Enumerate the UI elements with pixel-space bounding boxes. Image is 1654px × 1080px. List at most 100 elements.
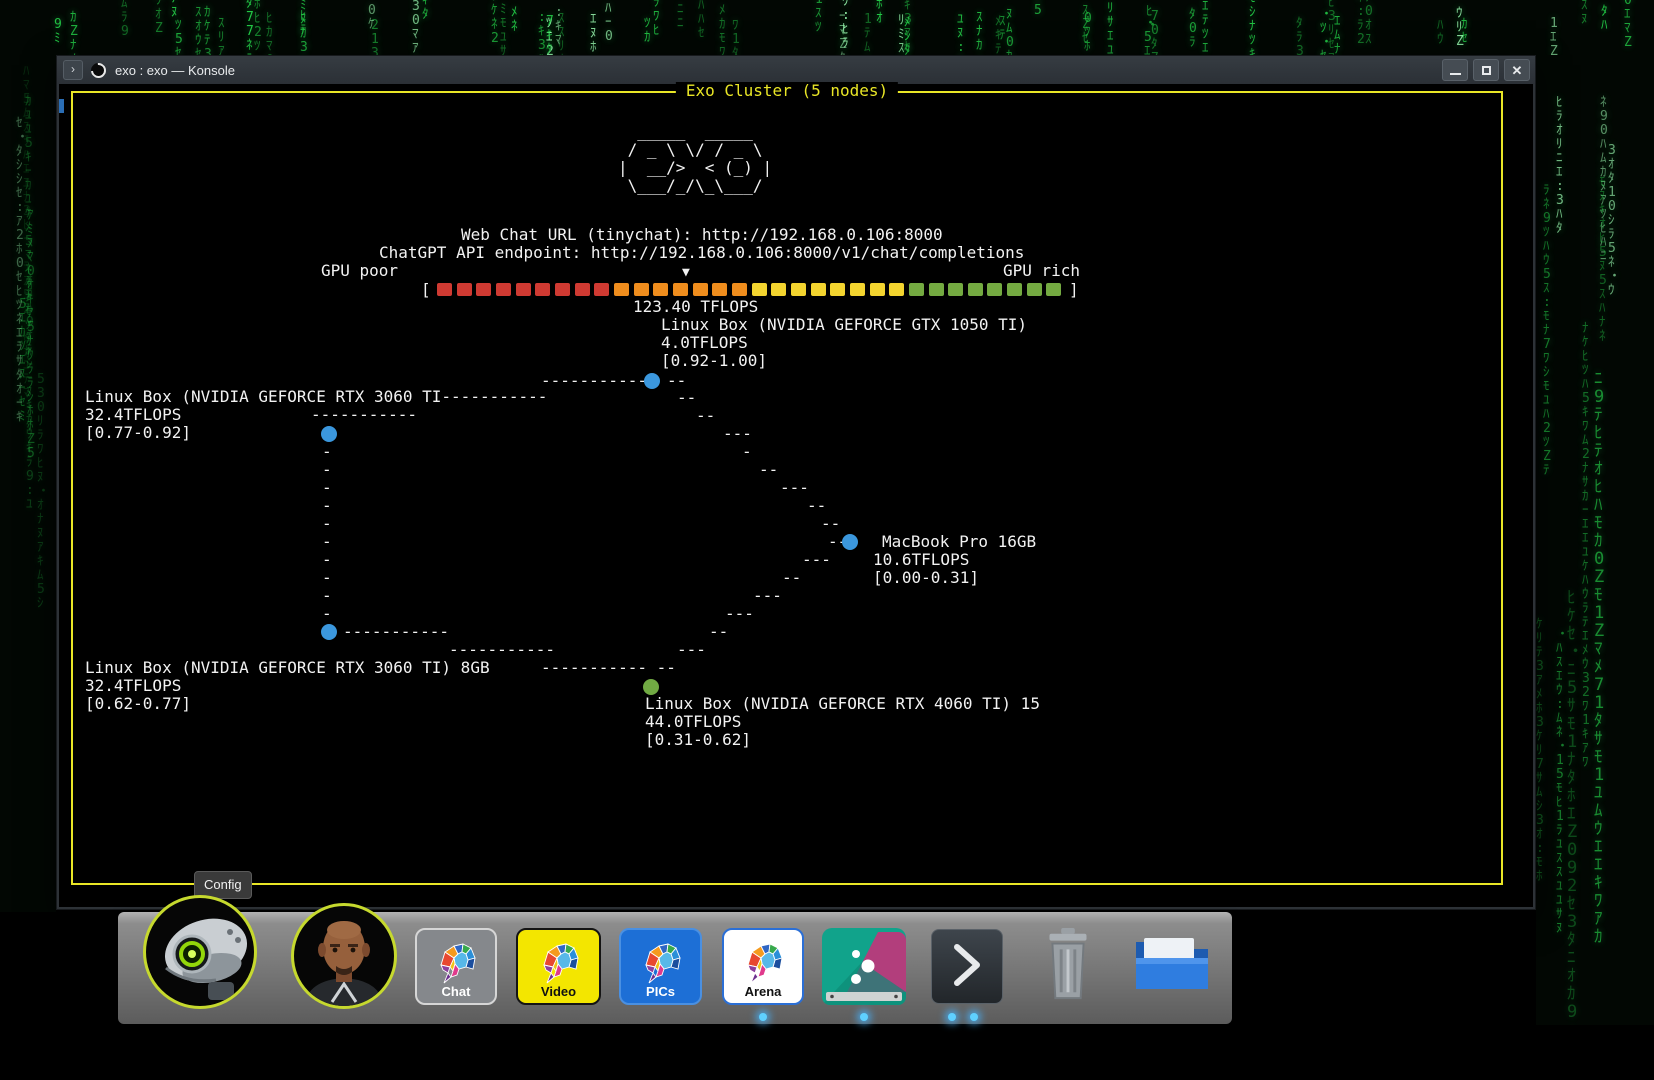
topology-link-dashes: - [322,533,332,551]
topology-link-dashes: - [322,605,332,623]
trash-button[interactable] [1036,926,1100,1006]
gpu-bar-square-green [1007,283,1022,296]
topology-link-dashes: ----------- [541,372,647,390]
matrix-glyph-column: ｽ ﾘ ｱ ｼ [218,17,225,55]
topology-link-dashes: - [322,569,332,587]
matrix-glyph-column: ﾂ 5 ｾ ﾘ ｰ [175,19,183,55]
matrix-glyph-column: ﾅ 0 ｵ ｽ [1365,0,1373,47]
matrix-glyph-column: ｶ ｹ ﾃ 3 [204,6,212,55]
web-chat-url: Web Chat URL (tinychat): http://192.168.… [461,226,943,244]
gpu-bar-square-green [909,283,924,296]
video-app-button[interactable]: Video [516,928,601,1005]
topology-link-dashes: ----------- [311,406,417,424]
teal-media-app-button[interactable] [822,928,906,1005]
pics-app-button-label: PICs [646,985,675,999]
gpu-bar-square-green [929,283,944,296]
topology-link-dashes: -- [709,623,728,641]
matrix-glyph-column: ﾎ ｵ [876,0,883,26]
bar-close-bracket: ] [1069,281,1079,299]
konsole-window: › exo : exo — Konsole ✕ Exo Cluster (5 n… [56,55,1536,910]
matrix-glyph-column: ﾋ ﾗ ｵ ﾘ ﾆ ｴ : 3 ﾊ ﾀ [1556,96,1564,236]
konsole-app-button[interactable] [931,929,1003,1004]
pics-app-button[interactable]: PICs [619,928,702,1005]
matrix-glyph-column: ﾒ ｼ ﾀ ﾒ ｷ [904,16,911,55]
node-macbook-pro-flops: 10.6TFLOPS [873,551,969,569]
node-rtx-3060-ti-flops: 32.4TFLOPS [85,406,181,424]
node-rtx-4060-ti-name: Linux Box (NVIDIA GEFORCE RTX 4060 TI) 1… [645,695,1040,713]
matrix-glyph-column: ﾆ 9 ﾃ ﾋ ﾃ ｵ ﾋ ﾊ ﾓ ｶ 0 Z ﾓ 1 Z ﾏ ﾒ 7 1 ﾀ … [1594,370,1604,946]
matrix-glyph-column: ｹ ﾘ ﾃ 3 ｱ ﾒ ﾎ 3 ｹ ﾘ 7 ｻ ﾑ ｼ 3 ｵ : ﾓ ﾎ [1536,618,1544,884]
man-avatar-button[interactable] [291,903,397,1009]
topology-link-dashes: --- [753,587,782,605]
maximize-button[interactable] [1473,59,1499,81]
topology-link-dashes: - [322,461,332,479]
matrix-glyph-column: ﾂ ｶ [644,17,651,45]
topology-link-dashes: -- [759,461,778,479]
matrix-glyph-column: ﾗ ﾜ ﾋ [653,0,660,38]
matrix-glyph-column: ﾊ ｳ [1437,19,1444,47]
matrix-glyph-column: ﾀ 0 ﾗ [1189,8,1197,50]
node-gtx-1050-ti-range: [0.92-1.00] [661,352,767,370]
gpu-poor-label: GPU poor [321,262,398,280]
bar-marker-icon: ▼ [682,264,690,282]
gpu-bar-square-yellow [870,283,885,296]
matrix-wallpaper-left: ｶ ﾕ ﾕ 5 ｷ ｰ ｶ ﾕ ｹ ﾒ 5 ﾏ ﾈ ﾈ ﾅ ﾓ ﾂ ﾃ ﾎ 5 … [0,55,56,912]
matrix-glyph-column: ﾒ ｶ ﾓ ﾜ [719,4,726,55]
matrix-glyph-column: ﾓ ﾇ ｷ ｵ ﾋ 5 ﾇ 5 ｽ ﾊ ﾅ ﾈ [1599,176,1607,344]
gpu-bar-square-red [457,283,472,296]
chat-app-button[interactable]: Chat [415,928,497,1005]
total-tflops: 123.40 TFLOPS [633,298,758,316]
matrix-glyph-column: ｽ ﾇ [1581,0,1588,27]
close-button[interactable]: ✕ [1504,59,1530,81]
matrix-wallpaper-right: ﾋ ﾗ ｵ ﾘ ﾆ ｴ : 3 ﾊ ﾀ ﾋ ｹ ｾ ・ ﾆ 5 ｻ ﾓ 1 ﾅ … [1536,55,1654,1025]
gpu-bar-square-orange [673,283,688,296]
man-avatar-icon [294,906,394,1006]
gpu-bar-square-red [437,283,452,296]
matrix-glyph-column: ｴ ﾃ ﾂ ｴ : [1202,0,1210,55]
matrix-glyph-column: 0 ｴ ﾏ Z [1624,0,1632,50]
node-rtx-3060-ti-8gb-flops: 32.4TFLOPS [85,677,181,695]
matrix-glyph-column: 1 ﾃ ﾑ ﾂ [864,13,872,55]
gpu-bar-square-yellow [811,283,826,296]
topology-link-dashes: -- [807,497,826,515]
gpu-bar-square-yellow [771,283,786,296]
bar-open-bracket: [ [421,281,431,299]
matrix-glyph-column: 3 0 ﾏ ｱ 2 [412,0,420,55]
matrix-glyph-column: ﾀ ﾗ 3 ｰ [1296,17,1304,55]
terminal-content[interactable]: Exo Cluster (5 nodes) Config _____ _____… [59,84,1533,907]
matrix-glyph-column: 5 3 0 ﾘ ﾗ ﾜ ﾋ ﾇ ・ ｵ ﾅ ﾇ ｱ ｷ ﾑ 5 ｼ [37,373,50,611]
gpu-bar-square-red [575,283,590,296]
matrix-glyph-column: ｴ ﾇ ﾎ [590,13,597,55]
exo-ascii-logo: _____ _____ / _ \ \/ / _ \ | __/> < (_) … [618,123,772,195]
topology-link-dashes: -- [782,569,801,587]
brain-logo-icon [431,939,481,985]
topology-link-dashes: --- [723,425,752,443]
window-titlebar[interactable]: › exo : exo — Konsole ✕ [57,56,1535,84]
files-app-button[interactable] [1130,932,1214,1000]
arena-app-button[interactable]: Arena [722,928,804,1005]
matrix-glyph-column: ｷ ﾀ [422,0,429,22]
chat-app-button-label: Chat [442,985,471,999]
matrix-glyph-column: ﾕ ﾇ : ｴ ｻ [957,13,965,55]
topology-link-dashes: ----------- -- [541,659,676,677]
running-indicator-teal-media [860,1013,868,1021]
matrix-wallpaper-top: ﾋ ・ ｷ ﾀ ﾎ ｵ ﾓ ｼ ﾅ ﾂ ｷ ﾈ : ﾗ 2 ﾊ ｰ 0 ｽ ﾘ … [0,0,1654,55]
topology-link-dashes: - [322,443,332,461]
konsole-terminal-icon [945,937,989,993]
window-menu-button[interactable]: › [63,60,83,80]
node-macbook-pro-dot [842,534,858,550]
video-app-button-label: Video [541,985,576,999]
brain-logo-icon [636,939,686,985]
node-rtx-3060-ti-dot [321,426,337,442]
matrix-glyph-column: ﾆ ﾆ [677,3,684,31]
matrix-glyph-column: 3 ｵ ﾀ 1 0 ｼ ﾗ 5 ﾈ ・ ｳ [1608,144,1621,298]
matrix-glyph-column: 1 ｴ Z 2 ｶ [1550,17,1558,55]
node-rtx-3060-ti-range: [0.77-0.92] [85,424,191,442]
scrollbar-marker[interactable] [59,99,64,113]
minimize-button[interactable] [1442,59,1468,81]
api-endpoint: ChatGPT API endpoint: http://192.168.0.1… [379,244,1024,262]
matrix-glyph-column: ﾎ ﾋ 2 ﾂ [254,0,262,54]
topology-link-dashes: --- [677,641,706,659]
robot-avatar-button[interactable] [143,895,257,1009]
matrix-glyph-column: Z 5 [1034,0,1042,18]
